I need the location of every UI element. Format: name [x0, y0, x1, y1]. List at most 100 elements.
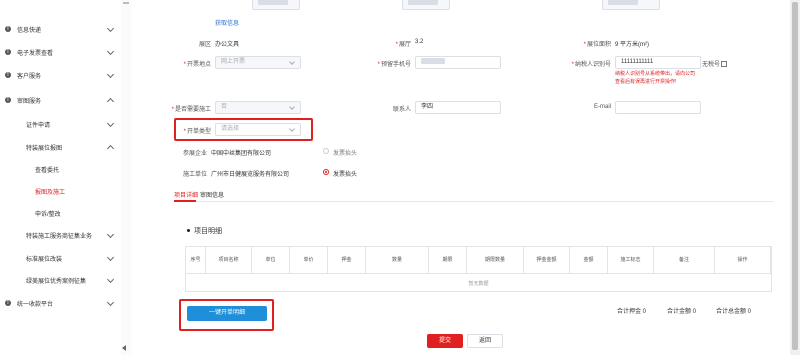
email-input[interactable] [615, 101, 701, 114]
chevron-down-icon [106, 47, 115, 55]
price-type-input[interactable] [602, 0, 660, 10]
redacted-value [258, 0, 288, 6]
contact-input[interactable]: 李四 [415, 101, 501, 114]
scrollbar-thumb[interactable] [792, 2, 798, 350]
column-header: 项目名称 [206, 247, 252, 273]
collapse-arrow-icon[interactable] [122, 345, 126, 351]
hall-label: *展厅 [395, 42, 411, 48]
sidebar-item-label: 统一收款平台 [17, 301, 54, 308]
sidebar-item-label: 特装展位报图 [26, 145, 63, 152]
sidebar-item-certificate[interactable]: 证件申请 [0, 117, 131, 131]
column-header: 单价 [290, 247, 328, 273]
chevron-down-icon [106, 119, 115, 127]
sidebar-item-e-invoice[interactable]: ! 电子发票查看 [0, 45, 131, 59]
back-button[interactable]: 返回 [467, 334, 503, 348]
info-icon: ! [5, 49, 11, 55]
table-empty-row: 暂无数据 [186, 273, 771, 292]
bullet-dot [187, 229, 190, 232]
exhibitor-value: 中国中丝集团有限公司 [211, 151, 272, 157]
details-table: 序号 项目名称 单位 单价 押金 数量 期限 期限数量 押金金额 金额 施工标志… [185, 246, 772, 292]
construction-select[interactable]: 否 [215, 101, 301, 114]
main-content: 获取信息 展区 办公文具 *展厅 3.2 *展位面积 9 平方米(m²) *开票… [131, 0, 800, 355]
tab-review-info[interactable]: 审图信息 [200, 190, 224, 199]
column-header: 序号 [186, 247, 206, 273]
chevron-up-icon [106, 144, 115, 152]
get-info-link[interactable]: 获取信息 [215, 18, 239, 27]
chevron-down-icon [289, 126, 295, 132]
company-input[interactable] [402, 0, 450, 10]
sidebar-item-payment-platform[interactable]: ! 统一收款平台 [0, 296, 131, 310]
sidebar-item-view-delegation[interactable]: 查看委托 [0, 162, 131, 176]
invoice-location-select[interactable]: 网上开票 [215, 56, 301, 69]
sidebar-item-label: 证件申请 [26, 122, 51, 129]
tax-error-message: 纳税人识别号从系统带出，请向公司查看后有误再进行开票操作! [615, 71, 696, 85]
invoice-type-label: *开单类型 [183, 129, 211, 135]
active-tab-indicator [174, 200, 196, 202]
sidebar-item-customer-service[interactable]: ! 客户服务 [0, 68, 131, 82]
booth-number-input[interactable] [252, 0, 300, 10]
chevron-down-icon [106, 298, 115, 306]
grand-total: 合计总金额 0 [716, 309, 752, 315]
exhibitor-invoice-radio[interactable] [323, 148, 329, 154]
contractor-label: 施工单位 [182, 172, 207, 178]
sidebar-item-green-booth[interactable]: 绿美展位优秀案例征集 [0, 273, 131, 287]
sidebar-item-label: 申诉/整改 [35, 211, 61, 218]
sidebar-item-label: 审图服务 [17, 98, 42, 105]
column-header: 单位 [252, 247, 290, 273]
hall-value: 3.2 [415, 39, 424, 45]
phone-label: *预留手机号 [377, 62, 411, 68]
contractor-value: 广州市日健展览服务有限公司 [211, 172, 290, 178]
sidebar-item-label: 绿美展位优秀案例征集 [26, 278, 87, 285]
column-header: 备注 [654, 247, 715, 273]
area-value: 办公文具 [215, 42, 240, 48]
column-header: 数量 [366, 247, 429, 273]
exhibitor-label: 参展企业 [182, 151, 207, 157]
sidebar-scrollbar[interactable] [121, 0, 131, 355]
booth-area-value: 9 平方米(m²) [615, 42, 649, 48]
deposit-total: 合计押金 0 [617, 309, 647, 315]
sidebar-item-special-booth[interactable]: 特装展位报图 [0, 140, 131, 154]
chevron-down-icon [289, 59, 295, 65]
contractor-invoice-radio[interactable] [323, 169, 329, 175]
checkbox[interactable] [721, 61, 728, 68]
tax-id-input[interactable]: 11111111111 [615, 56, 701, 69]
sidebar-item-contractor-collection[interactable]: 特装施工服务商征集业务 [0, 228, 131, 242]
sidebar-item-review-service[interactable]: ! 审图服务 [0, 93, 131, 107]
chevron-down-icon [106, 275, 115, 283]
contact-label: 联系人 [392, 107, 411, 113]
one-click-invoice-button[interactable]: 一键开单明细 [187, 306, 267, 321]
email-label: E-mail [593, 104, 611, 110]
invoice-type-select[interactable]: 请选择 [215, 123, 301, 136]
sidebar-item-appeal[interactable]: 申诉/整改 [0, 206, 131, 220]
chevron-down-icon [106, 70, 115, 78]
sidebar-item-info-express[interactable]: ! 信息快递 [0, 22, 131, 36]
info-icon: ! [5, 72, 11, 78]
redacted-value [608, 0, 638, 6]
redacted-value [421, 58, 445, 65]
chevron-down-icon [289, 104, 295, 110]
invoice-location-label: *开票地点 [183, 62, 211, 68]
chevron-up-icon [106, 97, 115, 105]
amount-total: 合计金额 0 [667, 309, 697, 315]
chevron-down-icon [106, 253, 115, 261]
info-icon: ! [5, 97, 11, 103]
sidebar-item-standard-booth[interactable]: 标准展位改装 [0, 251, 131, 265]
submit-button[interactable]: 提交 [427, 334, 463, 348]
sidebar-item-label: 标准展位改装 [26, 256, 63, 263]
column-header: 押金 [328, 247, 366, 273]
booth-area-label: *展位面积 [583, 42, 611, 48]
tab-project-details[interactable]: 项目详细 [174, 190, 198, 199]
main-scrollbar[interactable] [790, 0, 800, 355]
sidebar-item-label: 特装施工服务商征集业务 [26, 233, 93, 240]
sidebar-item-report-construction[interactable]: 报图及施工 [0, 184, 131, 198]
chevron-down-icon [106, 24, 115, 32]
tabs-divider [174, 201, 774, 202]
sidebar-item-label: 查看委托 [35, 167, 60, 174]
column-header: 金额 [570, 247, 608, 273]
sidebar: ! 信息快递 ! 电子发票查看 ! 客户服务 ! 审图服务 证件申请 特装展位报… [0, 0, 131, 355]
no-tax-checkbox[interactable]: 无税号 [702, 59, 728, 68]
phone-input[interactable] [415, 56, 501, 69]
column-header: 期限数量 [467, 247, 524, 273]
contractor-radio-label: 发票抬头 [333, 172, 358, 178]
scrollbar-thumb[interactable] [123, 2, 129, 4]
